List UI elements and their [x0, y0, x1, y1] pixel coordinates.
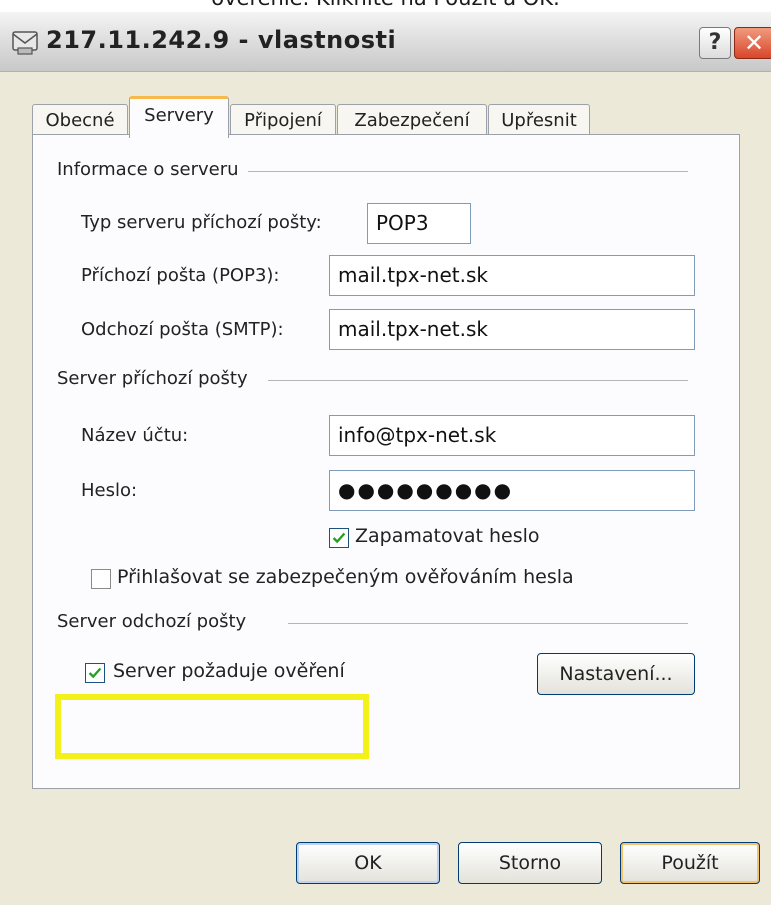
- server-info-group-label: Informace o serveru: [57, 159, 247, 180]
- incoming-server-label: Příchozí pošta (POP3):: [81, 265, 280, 286]
- account-name-label: Název účtu:: [81, 425, 189, 446]
- instruction-caption: overenie. Kliknite na Použiť a OK.: [0, 0, 771, 12]
- spa-label: Přihlašovat se zabezpečeným ověřováním h…: [117, 566, 574, 588]
- remember-password-checkbox[interactable]: [329, 528, 349, 548]
- mail-server-icon: [12, 31, 38, 55]
- tab-security[interactable]: Zabezpečení: [337, 104, 487, 136]
- password-input[interactable]: ●●●●●●●●●: [329, 470, 695, 511]
- servers-panel: Informace o serveru Typ serveru příchozí…: [32, 134, 740, 789]
- server-requires-auth-label: Server požaduje ověření: [113, 660, 345, 682]
- dialog-body: Obecné Servery Připojení Zabezpečení Upř…: [0, 72, 771, 905]
- tab-servers[interactable]: Servery: [129, 96, 229, 138]
- title-bar: 217.11.242.9 - vlastnosti ? ✕: [0, 12, 771, 72]
- group-divider: [268, 380, 688, 381]
- properties-dialog: 217.11.242.9 - vlastnosti ? ✕ Obecné Ser…: [0, 12, 771, 905]
- outgoing-server-input[interactable]: mail.tpx-net.sk: [329, 309, 695, 350]
- account-name-input[interactable]: info@tpx-net.sk: [329, 415, 695, 456]
- group-divider: [248, 171, 688, 172]
- incoming-type-label: Typ serveru příchozí pošty:: [81, 212, 322, 233]
- incoming-type-value: POP3: [367, 203, 471, 244]
- ok-button[interactable]: OK: [296, 842, 440, 884]
- incoming-server-input[interactable]: mail.tpx-net.sk: [329, 255, 695, 296]
- auth-highlight-frame: [55, 694, 369, 759]
- tab-general[interactable]: Obecné: [32, 104, 128, 136]
- incoming-server-group-label: Server příchozí pošty: [57, 368, 256, 389]
- password-label: Heslo:: [81, 480, 138, 501]
- outgoing-server-label: Odchozí pošta (SMTP):: [81, 319, 284, 340]
- cancel-button[interactable]: Storno: [458, 842, 602, 884]
- outgoing-server-group-label: Server odchozí pošty: [57, 611, 255, 632]
- help-button[interactable]: ?: [699, 27, 731, 59]
- apply-button[interactable]: Použít: [620, 842, 760, 884]
- spa-checkbox[interactable]: [91, 569, 111, 589]
- server-requires-auth-checkbox[interactable]: [85, 663, 105, 683]
- outgoing-settings-button[interactable]: Nastavení...: [537, 653, 695, 695]
- group-divider: [288, 623, 688, 624]
- remember-password-label: Zapamatovat heslo: [355, 525, 540, 547]
- tab-advanced[interactable]: Upřesnit: [488, 104, 590, 136]
- close-button[interactable]: ✕: [734, 27, 771, 59]
- tab-connection[interactable]: Připojení: [230, 104, 336, 136]
- window-title: 217.11.242.9 - vlastnosti: [46, 26, 397, 54]
